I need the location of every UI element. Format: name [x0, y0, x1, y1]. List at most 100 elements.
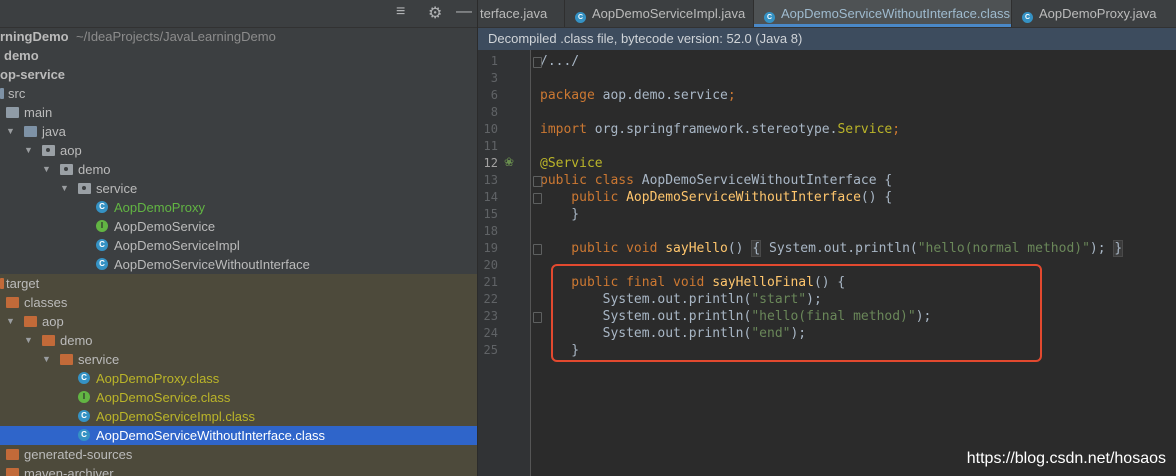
tree-item-label: java [42, 124, 66, 139]
class-icon: C [96, 239, 108, 251]
package-icon [42, 145, 55, 156]
code-token: sayHello [665, 241, 728, 256]
fold-marker-icon[interactable] [533, 193, 542, 204]
tree-item-aopdemoservicewithoutinterface[interactable]: C AopDemoServiceWithoutInterface [0, 255, 477, 274]
line-number: 6 [490, 88, 498, 102]
line-gutter: 1 3 6 8 10 11 12 13 14 15 18 19 20 21 22 23 24 25 [478, 50, 531, 476]
code-token: public void [540, 241, 666, 256]
code-token: } [1113, 240, 1124, 257]
code-line: import org.springframework.stereotype.Se… [540, 121, 900, 138]
fold-marker-icon[interactable] [533, 244, 542, 255]
tree-item-aopdemoservice-class[interactable]: I AopDemoService.class [0, 388, 477, 407]
tree-item-label: rningDemo [0, 29, 69, 44]
tree-item-main[interactable]: main [0, 103, 477, 122]
tab-aopdemoservicewithoutinterface[interactable]: C AopDemoServiceWithoutInterface.class [754, 0, 1012, 27]
tree-item-label: AopDemoService.class [96, 390, 231, 405]
code-token: Service [837, 122, 893, 137]
class-icon: C [764, 12, 775, 23]
line-number: 10 [483, 122, 498, 136]
tree-item-aopdemoservicewithoutinterface-class[interactable]: C AopDemoServiceWithoutInterface.class [0, 426, 477, 445]
tree-item-label: aop [60, 143, 82, 158]
fold-marker-icon[interactable] [533, 312, 542, 323]
tree-item-label: op-service [0, 67, 66, 82]
chevron-down-icon[interactable]: ▼ [60, 179, 69, 198]
code-token: /.../ [540, 54, 580, 69]
code-token: ; [892, 122, 901, 137]
chevron-down-icon[interactable]: ▼ [42, 350, 51, 369]
tree-item-label: AopDemoServiceImpl.class [96, 409, 255, 424]
fold-marker-icon[interactable] [533, 176, 542, 187]
code-editor[interactable]: /.../ package aop.demo.service; import org… [531, 50, 1176, 476]
line-number: 21 [483, 275, 498, 289]
tree-item-service[interactable]: ▼ service [0, 179, 477, 198]
code-token: { [751, 240, 762, 257]
tree-item-target-demo[interactable]: ▼ demo [0, 331, 477, 350]
tree-item-label: service [78, 352, 120, 367]
code-line: } [540, 206, 579, 223]
folder-icon [0, 278, 4, 289]
chevron-down-icon[interactable]: ▼ [6, 312, 15, 331]
folder-icon [24, 126, 37, 137]
tree-item-label: aop [42, 314, 64, 329]
class-icon: C [1022, 12, 1033, 23]
code-line: public void sayHello() { System.out.prin… [540, 240, 1124, 257]
tree-item-label: AopDemoServiceWithoutInterface [114, 257, 310, 272]
code-token: @Service [540, 156, 603, 171]
tree-item-demo-module[interactable]: demo [0, 46, 477, 65]
collapse-icon[interactable]: ≡ [396, 3, 405, 21]
chevron-down-icon[interactable]: ▼ [42, 160, 51, 179]
tree-item-aopdemoserviceimpl-class[interactable]: C AopDemoServiceImpl.class [0, 407, 477, 426]
editor-tabs: terface.java C AopDemoServiceImpl.java CA… [478, 0, 1176, 28]
code-token: aop.demo.service [602, 88, 728, 103]
line-number: 3 [490, 71, 498, 85]
tree-item-aopdemoproxy-class[interactable]: C AopDemoProxy.class [0, 369, 477, 388]
tab-aopdemoserviceimpl[interactable]: C AopDemoServiceImpl.java [565, 0, 754, 27]
spring-bean-icon[interactable]: ❀ [504, 155, 514, 169]
tree-item-aopdemoserviceimpl[interactable]: C AopDemoServiceImpl [0, 236, 477, 255]
tree-item-target[interactable]: target [0, 274, 477, 293]
tree-item-demo[interactable]: ▼ demo [0, 160, 477, 179]
tree-item-java[interactable]: ▼ java [0, 122, 477, 141]
code-line: @Service [540, 155, 603, 172]
line-number: 18 [483, 224, 498, 238]
tab-aopdemoproxy[interactable]: C AopDemoProxy.java [1012, 0, 1176, 27]
class-icon: C [96, 258, 108, 270]
tree-item-label: AopDemoServiceImpl [114, 238, 240, 253]
tree-item-aop[interactable]: ▼ aop [0, 141, 477, 160]
tree-item-aopdemoservice[interactable]: I AopDemoService [0, 217, 477, 236]
line-number: 8 [490, 105, 498, 119]
line-number: 15 [483, 207, 498, 221]
tree-item-aopdemoproxy[interactable]: C AopDemoProxy [0, 198, 477, 217]
gear-icon[interactable]: ⚙ [428, 3, 442, 23]
code-token: out [823, 241, 848, 256]
tree-item-generated-sources[interactable]: generated-sources [0, 445, 477, 464]
folder-icon [0, 88, 4, 99]
code-token: "hello(normal method)" [917, 241, 1090, 256]
class-icon: C [78, 410, 90, 422]
tree-item-label: maven-archiver [24, 466, 114, 476]
tab-aopdemoservice-interface[interactable]: terface.java [478, 0, 565, 27]
tree-item-classes[interactable]: classes [0, 293, 477, 312]
line-number: 24 [483, 326, 498, 340]
line-number: 14 [483, 190, 498, 204]
tree-item-target-aop[interactable]: ▼ aop [0, 312, 477, 331]
chevron-down-icon[interactable]: ▼ [24, 331, 33, 350]
project-toolbar: ≡ ⚙ — [0, 0, 477, 28]
code-token: System. [761, 241, 824, 256]
line-number: 12 [483, 156, 498, 170]
tree-item-target-service[interactable]: ▼ service [0, 350, 477, 369]
tree-item-project-root[interactable]: rningDemo ~/IdeaProjects/JavaLearningDem… [0, 27, 477, 46]
tree-item-label: src [8, 86, 26, 101]
line-number: 25 [483, 343, 498, 357]
tree-item-maven-archiver[interactable]: maven-archiver [0, 464, 477, 476]
fold-marker-icon[interactable] [533, 57, 542, 68]
minimize-icon[interactable]: — [456, 3, 472, 21]
tree-item-aop-service-module[interactable]: op-service [0, 65, 477, 84]
tree-item-label: AopDemoProxy [114, 200, 206, 215]
code-token: package [540, 88, 603, 103]
chevron-down-icon[interactable]: ▼ [24, 141, 33, 160]
tree-item-src[interactable]: src [0, 84, 477, 103]
chevron-down-icon[interactable]: ▼ [6, 122, 15, 141]
project-path: ~/IdeaProjects/JavaLearningDemo [76, 29, 276, 44]
code-token: AopDemoServiceWithoutInterface [626, 190, 861, 205]
